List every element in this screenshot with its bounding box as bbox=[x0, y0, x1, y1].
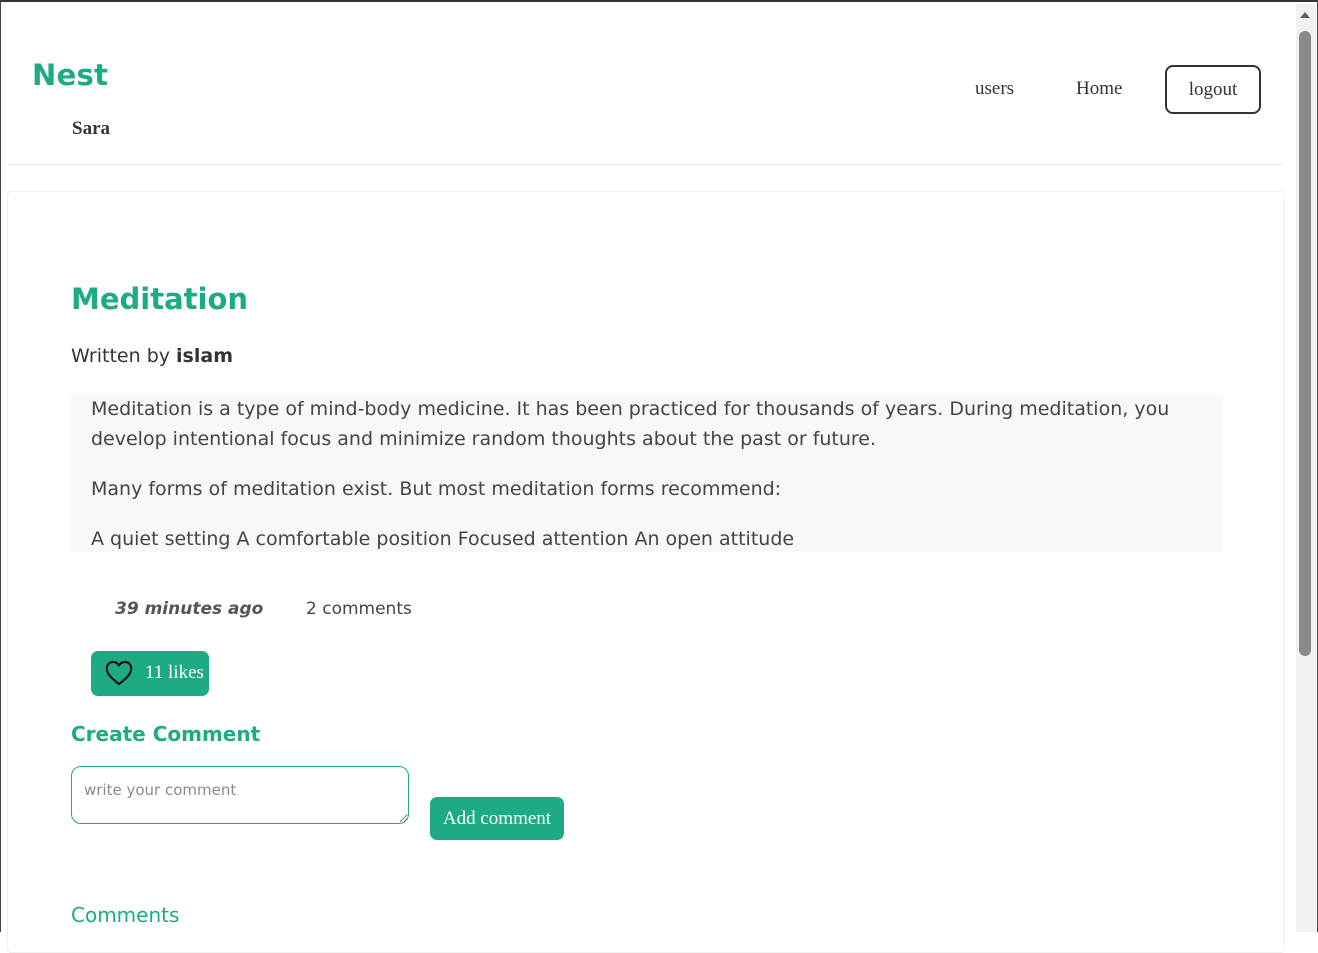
post-timestamp: 39 minutes ago bbox=[115, 599, 264, 619]
current-username: Sara bbox=[72, 118, 110, 139]
post-author: islam bbox=[176, 345, 234, 367]
scrollbar-thumb[interactable] bbox=[1299, 31, 1311, 656]
navbar: Nest Sara users Home logout bbox=[8, 2, 1284, 165]
post-paragraph: Meditation is a type of mind-body medici… bbox=[91, 398, 1170, 450]
scroll-up-arrow-icon[interactable] bbox=[1300, 12, 1310, 18]
create-comment-heading: Create Comment bbox=[71, 722, 261, 746]
post-body: Meditation is a type of mind-body medici… bbox=[71, 394, 1223, 552]
author-prefix: Written by bbox=[71, 345, 170, 367]
post-author-line: Written by islam bbox=[71, 345, 233, 367]
brand-logo[interactable]: Nest bbox=[32, 58, 108, 92]
comment-input[interactable] bbox=[71, 766, 409, 824]
logout-button[interactable]: logout bbox=[1165, 65, 1261, 114]
add-comment-button[interactable]: Add comment bbox=[430, 797, 564, 840]
heart-icon bbox=[105, 660, 133, 686]
nav-link-users[interactable]: users bbox=[975, 78, 1014, 100]
post-paragraph: Many forms of meditation exist. But most… bbox=[91, 478, 782, 500]
post-title: Meditation bbox=[71, 282, 249, 316]
post-paragraph: A quiet setting A comfortable position F… bbox=[91, 528, 795, 550]
post-card: Meditation Written by islam Meditation i… bbox=[7, 191, 1285, 953]
nav-link-home[interactable]: Home bbox=[1076, 78, 1122, 100]
likes-count: 11 likes bbox=[145, 662, 204, 683]
like-button[interactable]: 11 likes bbox=[91, 651, 209, 696]
vertical-scrollbar[interactable] bbox=[1296, 4, 1316, 932]
comments-heading: Comments bbox=[71, 903, 180, 927]
comments-count: 2 comments bbox=[306, 599, 412, 619]
